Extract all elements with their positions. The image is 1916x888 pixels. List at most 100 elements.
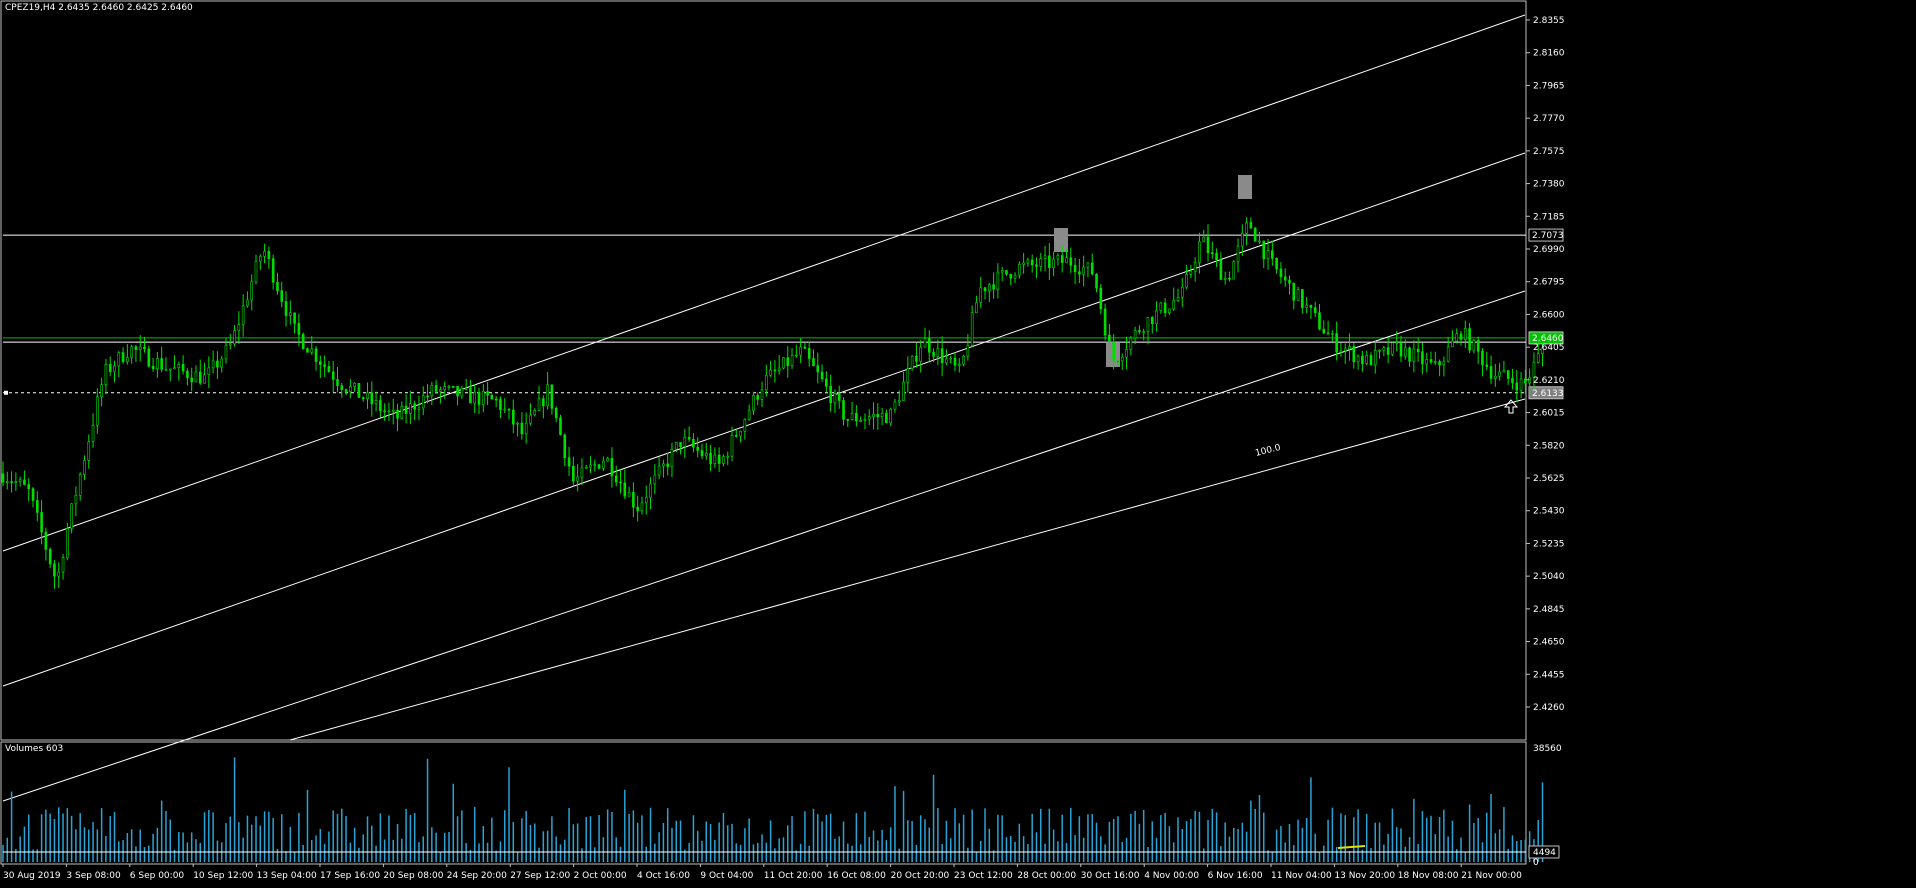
candle-body xyxy=(859,420,862,422)
candle-body xyxy=(593,464,597,466)
candle-body xyxy=(863,418,867,421)
candle-body xyxy=(1189,270,1193,275)
candle-body xyxy=(417,407,421,410)
candle-body xyxy=(370,392,374,405)
candle-body xyxy=(580,467,584,478)
candle-body xyxy=(1283,276,1287,281)
candle-body xyxy=(880,412,884,417)
candle-body xyxy=(563,434,567,459)
candle-body xyxy=(524,422,528,435)
candle-body xyxy=(992,284,995,290)
candle-body xyxy=(164,368,168,371)
time-tick-label: 27 Sep 12:00 xyxy=(510,871,570,881)
candle-body xyxy=(837,393,841,401)
candle-body xyxy=(1506,370,1510,379)
candle-body xyxy=(490,394,494,400)
candle-body xyxy=(1464,328,1467,340)
candle-body xyxy=(1515,382,1519,391)
candle-body xyxy=(554,408,558,419)
candle-body xyxy=(1331,333,1334,335)
price-tick-label: 2.4650 xyxy=(1533,638,1565,648)
candle-body xyxy=(1048,255,1051,268)
candle-body xyxy=(434,385,438,392)
candle-body xyxy=(846,419,850,421)
candle-body xyxy=(970,312,974,346)
candle-body xyxy=(773,369,777,372)
candle-body xyxy=(357,383,361,398)
candle-body xyxy=(855,412,858,422)
candle-body xyxy=(1000,270,1004,273)
chart-canvas[interactable]: 2.70732.64602.6133 100.0 2.83552.81602.7… xyxy=(0,0,1916,888)
candle-body xyxy=(1095,273,1098,289)
candle-body xyxy=(1223,277,1227,280)
candle-body xyxy=(1279,268,1283,278)
candle-body xyxy=(66,528,69,559)
candle-body xyxy=(1018,264,1021,276)
time-tick-label: 23 Oct 12:00 xyxy=(954,871,1013,881)
time-tick-label: 2 Oct 00:00 xyxy=(574,871,627,881)
marker-box xyxy=(1054,228,1068,252)
candle-body xyxy=(203,374,206,384)
candle-body xyxy=(1322,328,1326,334)
candle-body xyxy=(704,453,708,457)
candle-body xyxy=(1198,241,1201,263)
candle-body xyxy=(803,346,807,349)
candle-body xyxy=(319,361,322,365)
candle-body xyxy=(1511,378,1514,384)
candle-body xyxy=(567,457,571,467)
candle-body xyxy=(717,454,721,464)
candle-body xyxy=(820,371,824,380)
candle-body xyxy=(876,414,880,417)
candle-body xyxy=(1382,347,1386,351)
candle-body xyxy=(91,425,95,442)
candle-body xyxy=(893,401,897,410)
candle-body xyxy=(1335,333,1338,353)
candle-body xyxy=(379,400,382,412)
price-tick-label: 2.5235 xyxy=(1533,539,1565,549)
candle-body xyxy=(323,364,326,367)
candle-body xyxy=(559,417,562,436)
price-tick-label: 2.8355 xyxy=(1533,16,1565,26)
candle-body xyxy=(220,358,224,368)
candle-body xyxy=(1313,307,1317,313)
candle-body xyxy=(546,384,549,407)
candle-body xyxy=(44,531,48,550)
candle-body xyxy=(53,563,56,577)
candle-body xyxy=(280,290,284,302)
candle-body xyxy=(777,367,781,371)
candle-body xyxy=(439,389,442,392)
candle-body xyxy=(520,422,524,435)
candle-body xyxy=(940,348,944,364)
candle-body xyxy=(156,358,159,369)
candle-body xyxy=(1305,304,1308,308)
candle-body xyxy=(207,367,211,375)
candle-body xyxy=(486,391,489,396)
candle-body xyxy=(1159,302,1163,311)
candle-body xyxy=(160,358,163,370)
candle-body xyxy=(735,435,738,437)
candle-body xyxy=(957,363,961,366)
volume-axis-label: 0 xyxy=(1533,858,1539,868)
candle-body xyxy=(387,410,391,413)
candle-body xyxy=(1193,262,1197,272)
candle-body xyxy=(271,258,275,283)
candle-body xyxy=(74,495,78,505)
candle-body xyxy=(988,284,991,292)
candle-body xyxy=(1185,274,1188,288)
candle-body xyxy=(825,378,828,387)
candle-body xyxy=(850,412,854,420)
candle-body xyxy=(216,360,219,368)
candle-body xyxy=(224,344,228,360)
candle-body xyxy=(1249,222,1253,229)
candle-body xyxy=(1373,350,1377,366)
candle-body xyxy=(1416,348,1420,353)
candle-body xyxy=(23,479,26,485)
time-tick-label: 30 Oct 16:00 xyxy=(1081,871,1140,881)
candle-body xyxy=(962,355,965,365)
candle-body xyxy=(1429,359,1433,363)
candle-body xyxy=(1060,255,1064,263)
candle-body xyxy=(494,398,498,401)
candle-body xyxy=(1395,342,1398,344)
candle-body xyxy=(1043,255,1047,259)
candle-body xyxy=(636,506,639,511)
